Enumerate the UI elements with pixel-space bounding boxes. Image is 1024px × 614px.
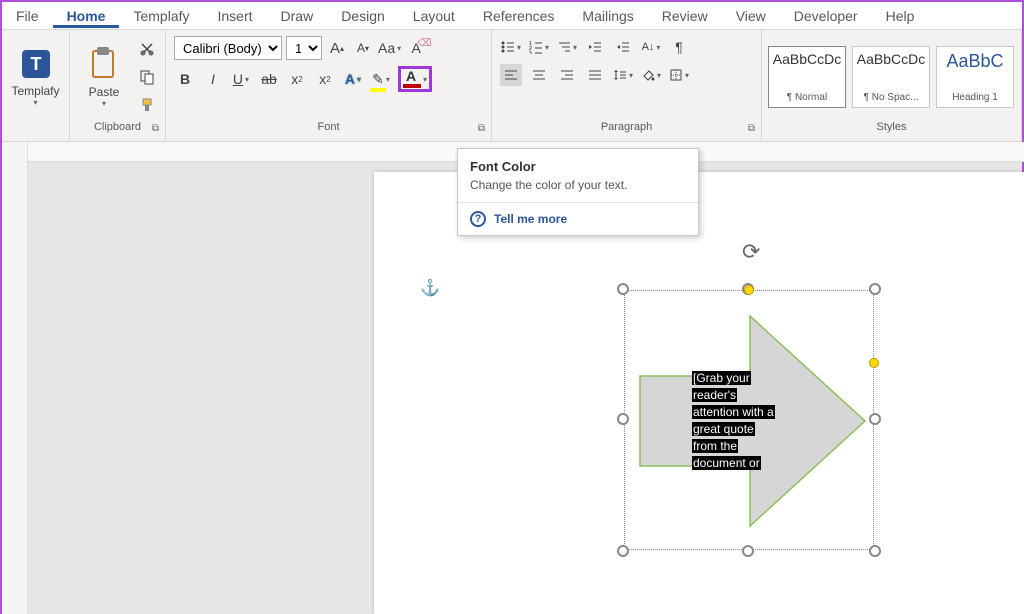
tell-me-more-link[interactable]: ? Tell me more: [458, 202, 698, 235]
align-left-button[interactable]: [500, 64, 522, 86]
superscript-button[interactable]: x2: [314, 68, 336, 90]
resize-handle-ml[interactable]: [617, 413, 629, 425]
decrease-font-button[interactable]: A▾: [352, 37, 374, 59]
page[interactable]: ⚓ [Grab your reader's attention with a g…: [374, 172, 1024, 614]
borders-icon: [669, 68, 683, 82]
increase-indent-button[interactable]: [612, 36, 634, 58]
rotate-handle[interactable]: ⟳: [742, 239, 754, 251]
document-area: ⚓ [Grab your reader's attention with a g…: [2, 142, 1022, 614]
shading-button[interactable]: [640, 64, 662, 86]
tab-draw[interactable]: Draw: [267, 4, 328, 28]
outdent-icon: [588, 40, 602, 54]
show-marks-button[interactable]: ¶: [668, 36, 690, 58]
style-heading-1[interactable]: AaBbCHeading 1: [936, 46, 1014, 108]
style-normal[interactable]: AaBbCcDc¶ Normal: [768, 46, 846, 108]
vertical-ruler[interactable]: [2, 142, 28, 614]
tab-references[interactable]: References: [469, 4, 569, 28]
copy-icon: [139, 69, 155, 85]
multilevel-icon: [557, 40, 571, 54]
templafy-button[interactable]: T Templafy ▾: [8, 37, 63, 117]
strikethrough-button[interactable]: ab: [258, 68, 280, 90]
templafy-icon: T: [18, 46, 54, 82]
font-color-button[interactable]: A ▾: [398, 66, 432, 92]
tab-file[interactable]: File: [2, 4, 53, 28]
indent-icon: [616, 40, 630, 54]
subscript-button[interactable]: x2: [286, 68, 308, 90]
paste-icon: [87, 45, 121, 83]
anchor-icon: ⚓: [420, 278, 440, 298]
bold-button[interactable]: B: [174, 68, 196, 90]
change-case-button[interactable]: Aa: [378, 37, 401, 59]
paragraph-launcher[interactable]: ⧉: [748, 123, 755, 134]
clipboard-launcher[interactable]: ⧉: [152, 123, 159, 134]
paint-bucket-icon: [641, 68, 655, 82]
highlight-button[interactable]: ✎: [370, 68, 392, 90]
font-color-icon: A: [403, 70, 421, 88]
format-painter-button[interactable]: [136, 94, 158, 116]
selection-box: [624, 290, 874, 550]
bullets-button[interactable]: [500, 36, 522, 58]
tab-review[interactable]: Review: [648, 4, 722, 28]
adjust-handle-top[interactable]: [744, 285, 754, 295]
style-no-spacing[interactable]: AaBbCcDc¶ No Spac...: [852, 46, 930, 108]
font-launcher[interactable]: ⧉: [478, 123, 485, 134]
line-spacing-icon: [613, 68, 627, 82]
help-icon: ?: [470, 211, 486, 227]
tab-design[interactable]: Design: [327, 4, 399, 28]
font-size-select[interactable]: 11: [286, 36, 322, 60]
tab-home[interactable]: Home: [53, 4, 120, 28]
tab-mailings[interactable]: Mailings: [568, 4, 647, 28]
font-name-select[interactable]: Calibri (Body): [174, 36, 282, 60]
italic-button[interactable]: I: [202, 68, 224, 90]
underline-button[interactable]: U: [230, 68, 252, 90]
numbering-button[interactable]: 123: [528, 36, 550, 58]
align-right-button[interactable]: [556, 64, 578, 86]
sort-button[interactable]: A↓: [640, 36, 662, 58]
styles-group-label: Styles: [877, 121, 907, 133]
svg-text:3: 3: [529, 51, 532, 54]
clipboard-group-label: Clipboard: [94, 121, 141, 133]
brush-icon: [139, 97, 155, 113]
align-center-button[interactable]: [528, 64, 550, 86]
numbering-icon: 123: [529, 40, 543, 54]
tab-developer[interactable]: Developer: [780, 4, 872, 28]
tab-help[interactable]: Help: [872, 4, 929, 28]
line-spacing-button[interactable]: [612, 64, 634, 86]
adjust-handle-right[interactable]: [869, 358, 879, 368]
menu-bar: File Home Templafy Insert Draw Design La…: [2, 2, 1022, 30]
text-effects-button[interactable]: A: [342, 68, 364, 90]
multilevel-list-button[interactable]: [556, 36, 578, 58]
resize-handle-bl[interactable]: [617, 545, 629, 557]
resize-handle-br[interactable]: [869, 545, 881, 557]
cut-button[interactable]: [136, 38, 158, 60]
resize-handle-mb[interactable]: [742, 545, 754, 557]
resize-handle-tr[interactable]: [869, 283, 881, 295]
paragraph-group-label: Paragraph: [601, 121, 652, 133]
font-group-label: Font: [317, 121, 339, 133]
tab-layout[interactable]: Layout: [399, 4, 469, 28]
borders-button[interactable]: [668, 64, 690, 86]
tooltip-title: Font Color: [458, 149, 698, 178]
resize-handle-tl[interactable]: [617, 283, 629, 295]
copy-button[interactable]: [136, 66, 158, 88]
tooltip-description: Change the color of your text.: [458, 178, 698, 202]
decrease-indent-button[interactable]: [584, 36, 606, 58]
paste-button[interactable]: Paste ▾: [76, 37, 132, 117]
arrow-shape-selection[interactable]: [Grab your reader's attention with a gre…: [624, 290, 874, 550]
font-color-tooltip: Font Color Change the color of your text…: [457, 148, 699, 236]
bullets-icon: [501, 40, 515, 54]
scissors-icon: [139, 41, 155, 57]
tab-insert[interactable]: Insert: [204, 4, 267, 28]
svg-text:T: T: [30, 54, 41, 74]
justify-button[interactable]: [584, 64, 606, 86]
tab-templafy[interactable]: Templafy: [119, 4, 203, 28]
resize-handle-mr[interactable]: [869, 413, 881, 425]
tab-view[interactable]: View: [722, 4, 780, 28]
ribbon: T Templafy ▾ Paste ▾ Clipboard⧉ Calibri: [2, 30, 1022, 142]
clear-formatting-button[interactable]: A⌫: [405, 37, 427, 59]
increase-font-button[interactable]: A▴: [326, 37, 348, 59]
